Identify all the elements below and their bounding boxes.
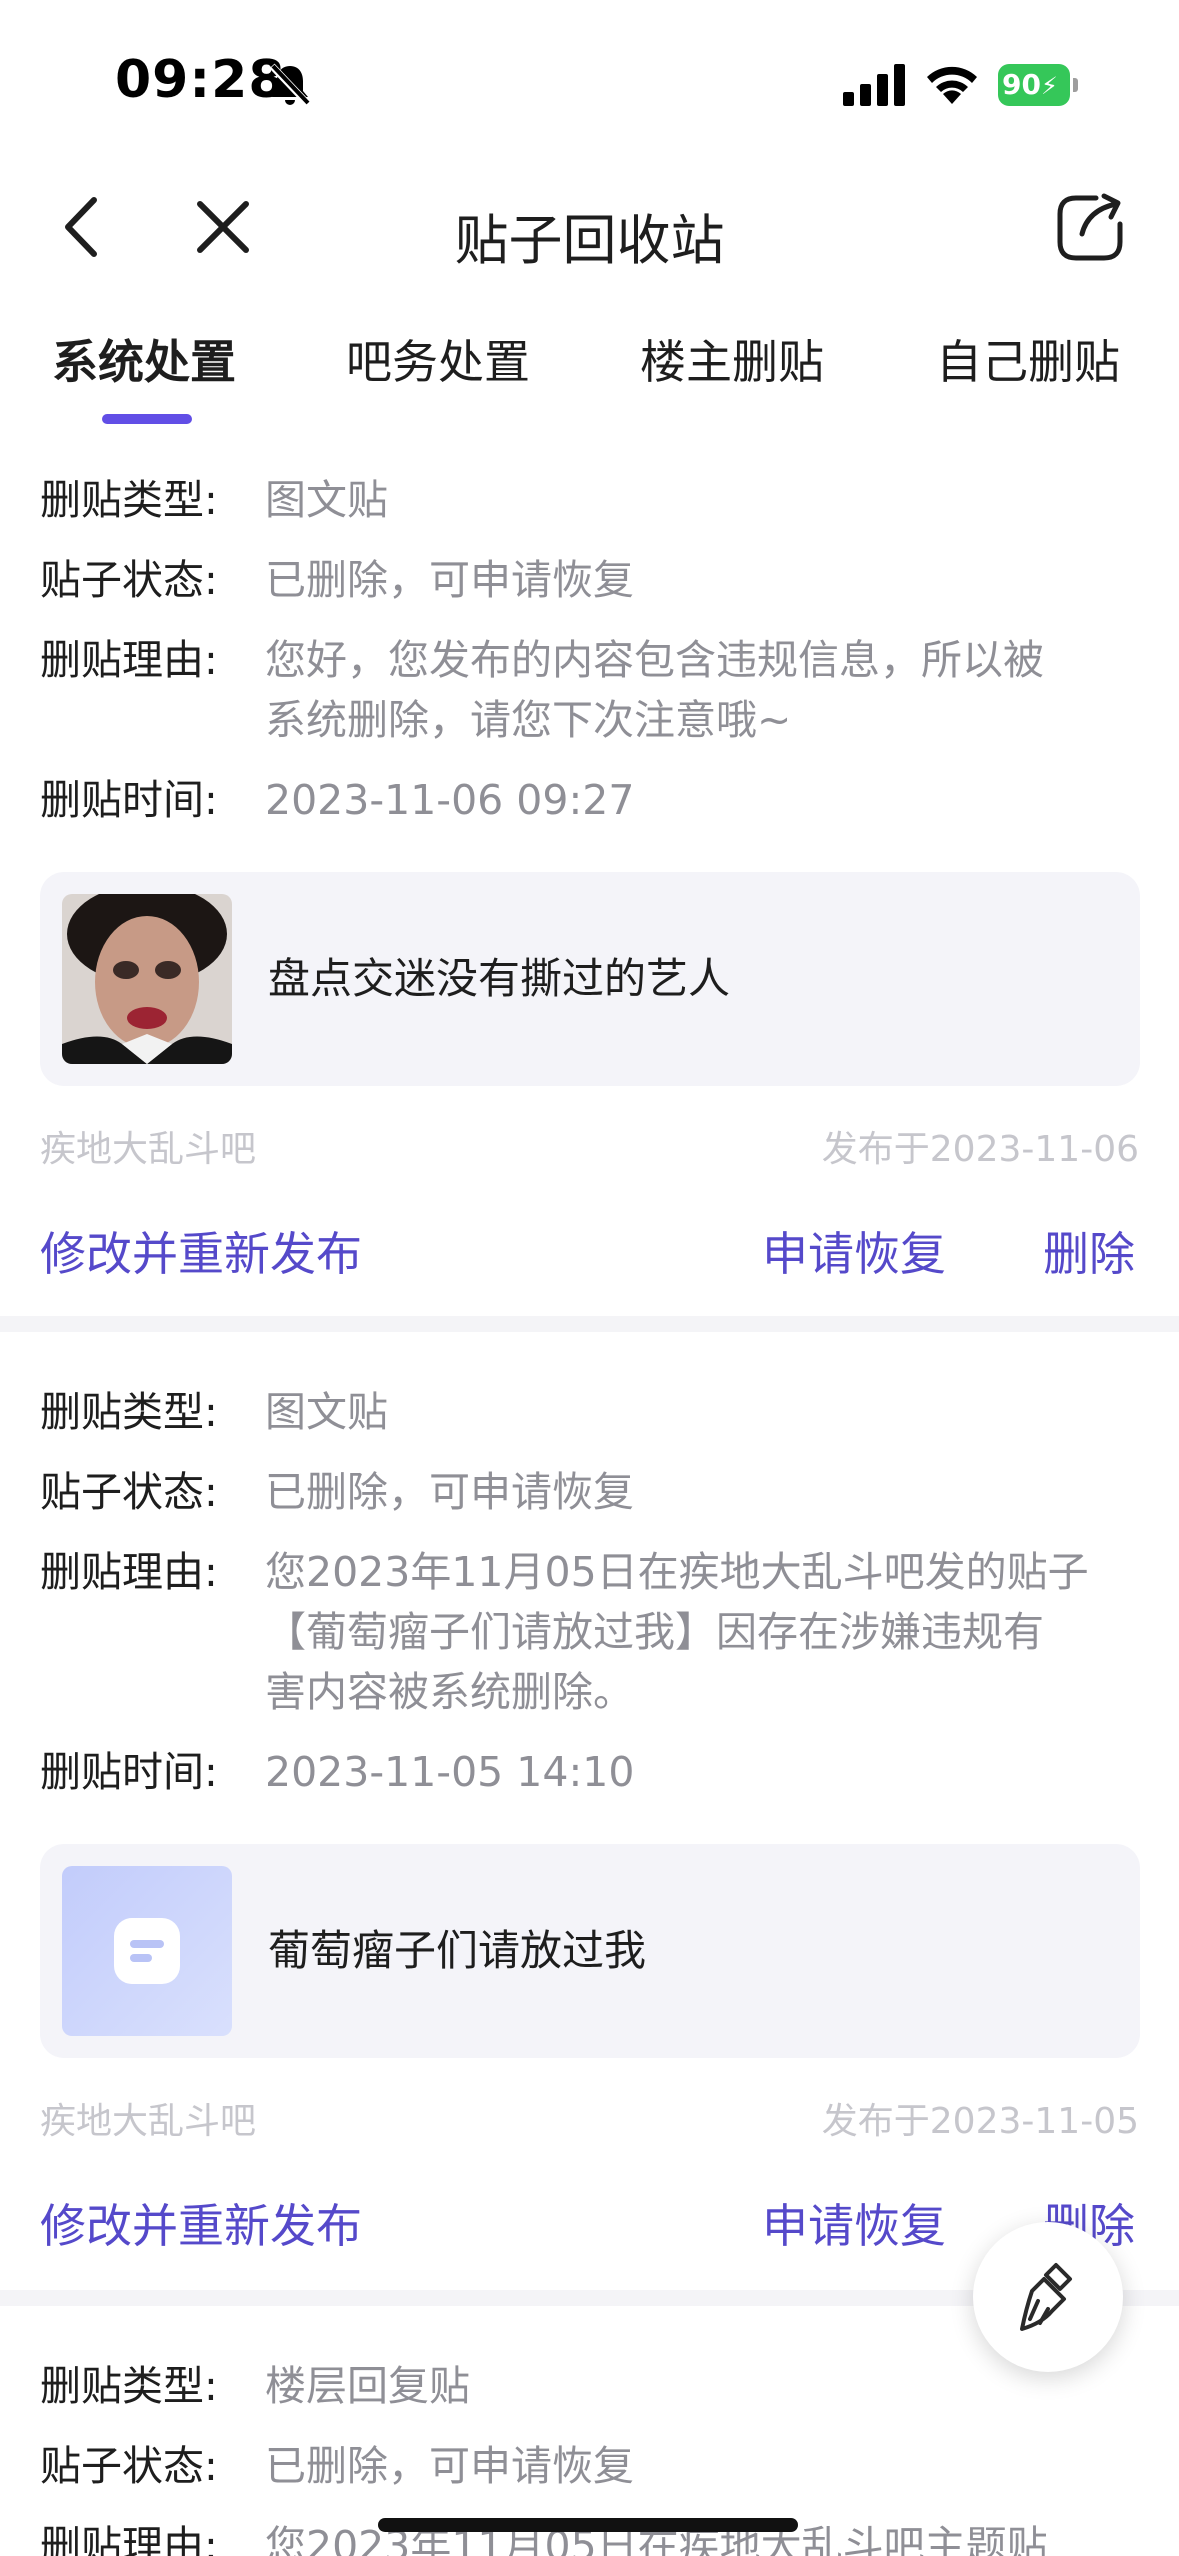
bell-muted-icon bbox=[269, 63, 311, 107]
delete-reason-label: 删贴理由: bbox=[40, 1548, 218, 1596]
back-icon[interactable] bbox=[56, 192, 106, 262]
battery-level: 90⚡ bbox=[998, 64, 1070, 106]
post-status-value: 已删除，可申请恢复 bbox=[265, 2442, 634, 2490]
restore-button[interactable]: 申请恢复 bbox=[762, 2190, 946, 2256]
page-title: 贴子回收站 bbox=[454, 209, 725, 272]
post-preview-title: 盘点交迷没有撕过的艺人 bbox=[268, 954, 731, 1003]
post-status-label: 贴子状态: bbox=[40, 2442, 218, 2490]
delete-time-value: 2023-11-05 14:10 bbox=[265, 1748, 635, 1796]
edit-republish-button[interactable]: 修改并重新发布 bbox=[40, 2190, 362, 2256]
section-divider bbox=[0, 1316, 1179, 1332]
post-type-label: 删贴类型: bbox=[40, 1388, 218, 1436]
delete-reason-line: 害内容被系统删除。 bbox=[265, 1668, 634, 1716]
active-tab-indicator bbox=[102, 414, 192, 424]
battery-indicator: 90⚡ bbox=[998, 64, 1078, 106]
deleted-post-card: 删贴类型: 图文贴 贴子状态: 已删除，可申请恢复 删贴理由: 您2023年11… bbox=[0, 1382, 1179, 2272]
post-status-label: 贴子状态: bbox=[40, 556, 218, 604]
post-status-label: 贴子状态: bbox=[40, 1468, 218, 1516]
forum-name[interactable]: 疾地大乱斗吧 bbox=[40, 1120, 256, 1172]
close-icon[interactable] bbox=[192, 196, 254, 258]
post-type-value: 楼层回复贴 bbox=[265, 2362, 470, 2410]
status-bar: 09:28 90⚡ bbox=[0, 0, 1179, 170]
nav-bar: 贴子回收站 bbox=[0, 170, 1179, 285]
status-time: 09:28 bbox=[115, 50, 286, 110]
delete-reason-line: 系统删除，请您下次注意哦~ bbox=[265, 696, 792, 744]
text-post-icon bbox=[62, 1866, 232, 2036]
delete-reason-line: 您好，您发布的内容包含违规信息，所以被 bbox=[265, 636, 1044, 684]
post-preview-card[interactable]: 盘点交迷没有撕过的艺人 bbox=[40, 872, 1140, 1086]
post-preview-card[interactable]: 葡萄瘤子们请放过我 bbox=[40, 1844, 1140, 2058]
share-icon[interactable] bbox=[1052, 190, 1128, 266]
delete-reason-line: 【葡萄瘤子们请放过我】因存在涉嫌违规有 bbox=[265, 1608, 1044, 1656]
post-type-label: 删贴类型: bbox=[40, 2362, 218, 2410]
delete-time-value: 2023-11-06 09:27 bbox=[265, 776, 635, 824]
post-status-value: 已删除，可申请恢复 bbox=[265, 1468, 634, 1516]
post-type-label: 删贴类型: bbox=[40, 476, 218, 524]
home-indicator[interactable] bbox=[378, 2518, 798, 2532]
delete-reason-label: 删贴理由: bbox=[40, 636, 218, 684]
clean-up-button[interactable] bbox=[973, 2222, 1123, 2372]
tab-forum-admin[interactable]: 吧务处置 bbox=[346, 326, 530, 392]
delete-time-label: 删贴时间: bbox=[40, 776, 218, 824]
post-status-value: 已删除，可申请恢复 bbox=[265, 556, 634, 604]
post-type-value: 图文贴 bbox=[265, 1388, 388, 1436]
publish-date: 发布于2023-11-06 bbox=[821, 1129, 1139, 1170]
delete-reason-label: 删贴理由: bbox=[40, 2522, 218, 2556]
deleted-post-card: 删贴类型: 图文贴 贴子状态: 已删除，可申请恢复 删贴理由: 您好，您发布的内… bbox=[0, 470, 1179, 1310]
delete-time-label: 删贴时间: bbox=[40, 1748, 218, 1796]
restore-button[interactable]: 申请恢复 bbox=[762, 1218, 946, 1284]
delete-reason-line: 您2023年11月05日在疾地大乱斗吧发的贴子 bbox=[265, 1548, 1089, 1596]
publish-date: 发布于2023-11-05 bbox=[821, 2101, 1139, 2142]
post-preview-title: 葡萄瘤子们请放过我 bbox=[268, 1926, 647, 1975]
cellular-signal-icon bbox=[843, 64, 905, 106]
tab-system[interactable]: 系统处置 bbox=[52, 326, 236, 392]
delete-button[interactable]: 删除 bbox=[1043, 1218, 1135, 1284]
tab-bar: 系统处置 吧务处置 楼主删贴 自己删贴 bbox=[0, 310, 1179, 430]
battery-cap bbox=[1073, 78, 1078, 92]
post-type-value: 图文贴 bbox=[265, 476, 388, 524]
edit-republish-button[interactable]: 修改并重新发布 bbox=[40, 1218, 362, 1284]
tab-self-deleted[interactable]: 自己删贴 bbox=[936, 326, 1120, 392]
wifi-icon bbox=[927, 66, 977, 104]
broom-icon bbox=[1020, 2263, 1072, 2331]
tab-thread-owner[interactable]: 楼主删贴 bbox=[640, 326, 824, 392]
post-thumbnail-image bbox=[62, 894, 232, 1064]
forum-name[interactable]: 疾地大乱斗吧 bbox=[40, 2092, 256, 2144]
